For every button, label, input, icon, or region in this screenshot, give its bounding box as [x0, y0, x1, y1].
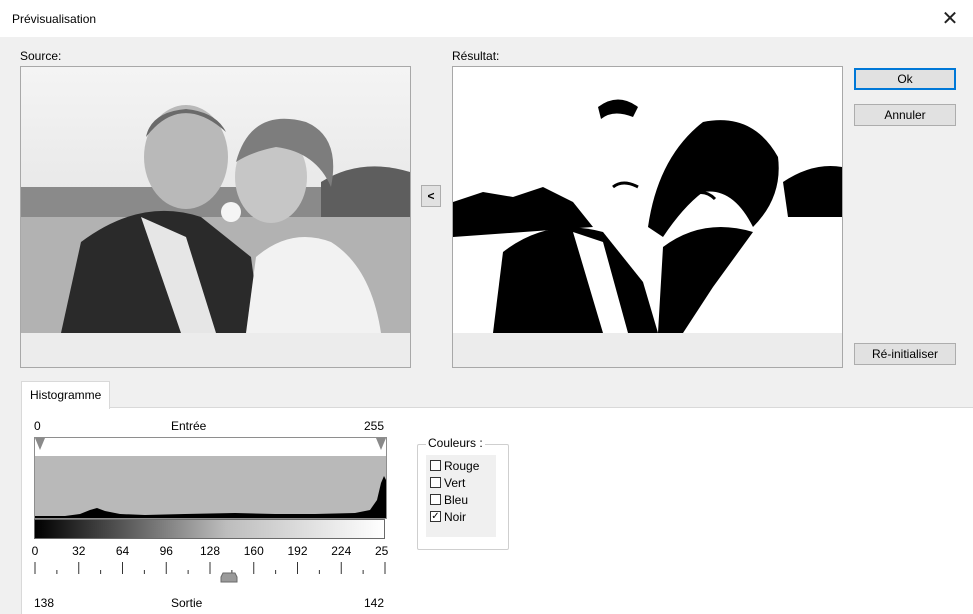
- tab-histogram[interactable]: Histogramme: [21, 381, 111, 409]
- source-image-frame: [20, 66, 411, 368]
- checkbox-rouge-label: Rouge: [444, 458, 480, 473]
- checkbox-rouge-box[interactable]: [430, 460, 441, 471]
- colors-groupbox: Couleurs : Rouge Vert Bleu ✓ Noir: [417, 436, 509, 550]
- histogram-input-range: [35, 438, 386, 456]
- close-icon[interactable]: ✕: [927, 0, 973, 37]
- checkbox-vert[interactable]: Vert: [430, 474, 465, 491]
- copy-arrow-button[interactable]: <: [421, 185, 441, 207]
- checkbox-bleu-label: Bleu: [444, 492, 469, 507]
- colors-group-label: Couleurs :: [426, 436, 485, 450]
- output-min-label: 138: [34, 596, 55, 610]
- ok-button[interactable]: Ok: [854, 68, 956, 90]
- checkbox-vert-label: Vert: [444, 475, 466, 490]
- output-label: Sortie: [171, 596, 203, 610]
- gradient-bar: [34, 519, 385, 539]
- checkbox-vert-box[interactable]: [430, 477, 441, 488]
- input-min-label: 0: [34, 419, 41, 433]
- input-label: Entrée: [171, 419, 207, 433]
- window-title: Prévisualisation: [12, 12, 97, 26]
- title-bar: Prévisualisation ✕: [0, 0, 973, 37]
- source-label: Source:: [20, 49, 62, 63]
- checkbox-noir[interactable]: ✓ Noir: [430, 508, 466, 525]
- checkbox-bleu-box[interactable]: [430, 494, 441, 505]
- checkbox-bleu[interactable]: Bleu: [430, 491, 468, 508]
- histogram-graph: [34, 437, 387, 519]
- checkbox-noir-box[interactable]: ✓: [430, 511, 441, 522]
- checkmark-icon: ✓: [431, 510, 440, 522]
- output-ruler: 0326496128160192224255: [32, 540, 388, 586]
- cancel-button[interactable]: Annuler: [854, 104, 956, 126]
- checkbox-noir-label: Noir: [444, 509, 467, 524]
- checkbox-rouge[interactable]: Rouge: [430, 457, 479, 474]
- input-max-label: 255: [364, 419, 385, 433]
- result-photo: [453, 67, 842, 333]
- source-photo: [21, 67, 410, 333]
- output-max-label: 142: [364, 596, 385, 610]
- result-label: Résultat:: [452, 49, 500, 63]
- output-slider-handle[interactable]: [220, 572, 238, 583]
- result-image-frame: [452, 66, 843, 368]
- reset-button[interactable]: Ré-initialiser: [854, 343, 956, 365]
